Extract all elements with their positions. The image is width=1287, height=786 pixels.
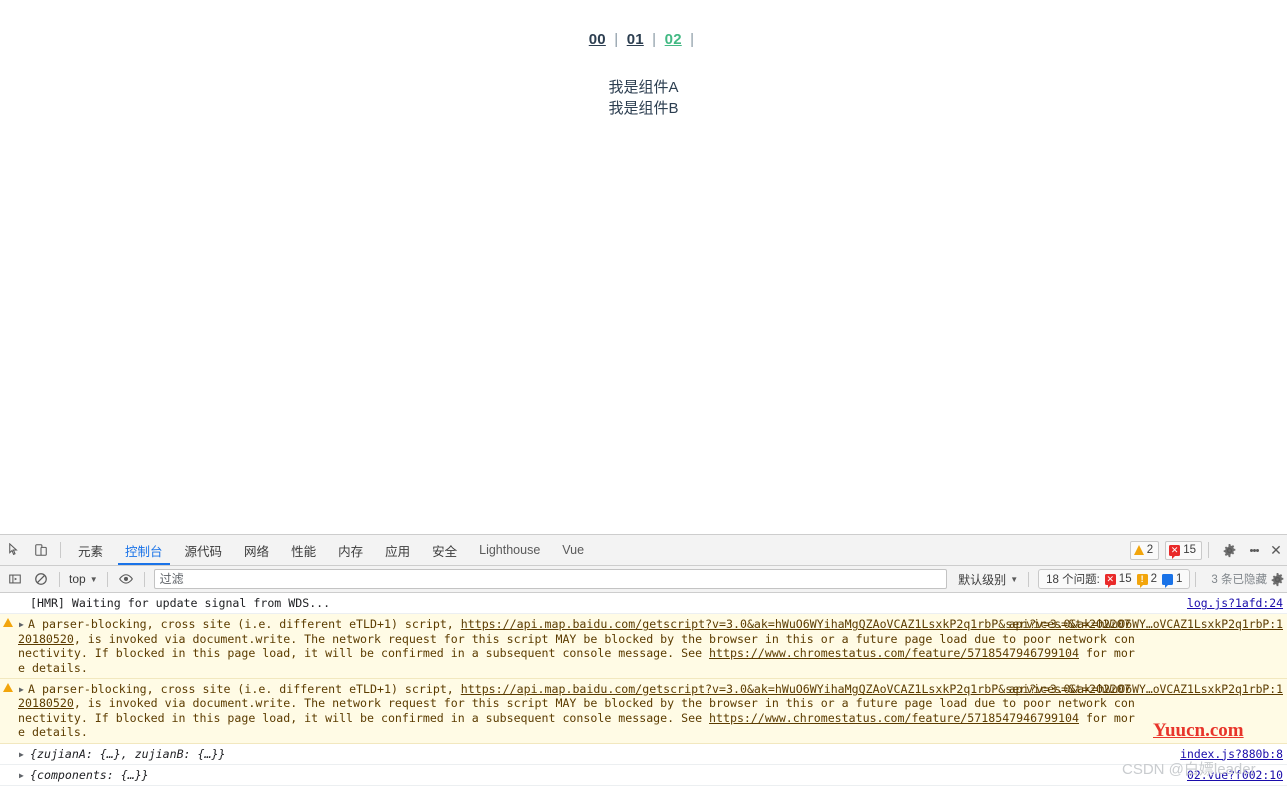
console-message[interactable]: ▶ {zujianA: {…}, zujianB: {…}} index.js?… xyxy=(0,744,1287,766)
component-a-text: 我是组件A xyxy=(608,79,679,96)
console-toolbar-divider-5 xyxy=(1195,571,1197,587)
expand-arrow-icon[interactable]: ▶ xyxy=(19,618,24,632)
tab-sources[interactable]: 源代码 xyxy=(174,535,234,565)
tab-application[interactable]: 应用 xyxy=(374,535,421,565)
error-bubble-icon: ✕ xyxy=(1169,544,1181,559)
devtools-tab-list: 元素 控制台 源代码 网络 性能 内存 应用 安全 Lighthouse Vue xyxy=(67,535,595,565)
console-message-list: [HMR] Waiting for update signal from WDS… xyxy=(0,593,1287,786)
issues-warnings-group: ! 2 xyxy=(1136,573,1157,588)
device-toolbar-icon[interactable] xyxy=(28,537,54,563)
console-toolbar-divider-2 xyxy=(106,571,108,587)
issues-info-group: 1 xyxy=(1162,573,1183,588)
clear-console-icon[interactable] xyxy=(28,566,54,592)
tab-elements[interactable]: 元素 xyxy=(67,535,114,565)
warning-count-label: 2 xyxy=(1146,544,1154,556)
warning-link-chromestatus[interactable]: https://www.chromestatus.com/feature/571… xyxy=(709,646,1079,660)
issues-warning-count: 2 xyxy=(1150,573,1157,585)
console-message-source[interactable]: api?v=3.0&ak=hWuO6WY…oVCAZ1LsxkP2q1rbP:1 xyxy=(1009,682,1283,696)
issues-info-icon xyxy=(1162,573,1173,588)
tabbar-right-divider xyxy=(1208,542,1209,558)
tab-security[interactable]: 安全 xyxy=(421,535,468,565)
console-level-value: 默认级别 xyxy=(958,572,1007,587)
console-sidebar-icon[interactable] xyxy=(2,566,28,592)
chevron-down-icon: ▼ xyxy=(89,574,98,584)
warning-seg-1: A parser-blocking, cross site (i.e. diff… xyxy=(28,617,461,632)
nav-separator-3: | xyxy=(690,31,695,48)
console-message[interactable]: ▶ A parser-blocking, cross site (i.e. di… xyxy=(0,679,1287,744)
issues-info-count: 1 xyxy=(1176,573,1183,585)
warning-triangle-icon xyxy=(3,618,13,628)
inspect-cursor-icon[interactable] xyxy=(2,537,28,563)
more-options-icon[interactable] xyxy=(1243,535,1265,565)
console-toolbar-divider-1 xyxy=(59,571,60,587)
console-message[interactable]: [HMR] Waiting for update signal from WDS… xyxy=(0,593,1287,615)
console-message-object[interactable]: {components: {…}} xyxy=(18,768,149,782)
tab-lighthouse[interactable]: Lighthouse xyxy=(468,535,551,565)
console-level-select[interactable]: 默认级别 ▼ xyxy=(953,571,1023,588)
issues-error-icon: ✕ xyxy=(1104,573,1116,588)
issues-errors-group: ✕ 15 xyxy=(1104,573,1132,588)
tab-memory[interactable]: 内存 xyxy=(327,535,374,565)
nav-link-01[interactable]: 01 xyxy=(627,31,644,48)
close-icon[interactable]: ✕ xyxy=(1265,535,1287,565)
console-message-source[interactable]: 02.vue?f002:10 xyxy=(1187,768,1283,782)
console-message-text: A parser-blocking, cross site (i.e. diff… xyxy=(18,682,1135,739)
console-message-source[interactable]: index.js?880b:8 xyxy=(1180,747,1283,761)
nav-link-02[interactable]: 02 xyxy=(665,31,682,48)
console-message-source[interactable]: log.js?1afd:24 xyxy=(1187,596,1283,610)
warning-seg-1: A parser-blocking, cross site (i.e. diff… xyxy=(28,682,461,697)
warning-triangle-icon xyxy=(1133,545,1144,555)
console-message-text: [HMR] Waiting for update signal from WDS… xyxy=(30,596,331,610)
issues-summary-button[interactable]: 18 个问题: ✕ 15 ! 2 1 xyxy=(1038,569,1191,589)
nav-separator-2: | xyxy=(652,31,657,48)
console-filter-input[interactable] xyxy=(153,569,948,589)
console-settings-gear-icon[interactable] xyxy=(1267,564,1287,594)
tab-performance[interactable]: 性能 xyxy=(280,535,327,565)
live-expression-eye-icon[interactable] xyxy=(113,566,139,592)
execution-context-value: top xyxy=(69,572,86,586)
warning-count-badge[interactable]: 2 xyxy=(1129,540,1160,560)
devtools-tabbar: 元素 控制台 源代码 网络 性能 内存 应用 安全 Lighthouse Vue… xyxy=(0,535,1287,566)
tab-console[interactable]: 控制台 xyxy=(114,535,174,565)
console-toolbar: top ▼ 默认级别 ▼ 18 个问题: ✕ 15 xyxy=(0,566,1287,593)
browser-viewport: 00 | 01 | 02 | 我是组件A 我是组件B xyxy=(0,0,1287,534)
execution-context-select[interactable]: top ▼ xyxy=(65,572,102,586)
error-count-badge[interactable]: ✕ 15 xyxy=(1165,540,1202,560)
component-b-text: 我是组件B xyxy=(608,100,679,117)
devtools-panel: 元素 控制台 源代码 网络 性能 内存 应用 安全 Lighthouse Vue… xyxy=(0,534,1287,786)
level-chevron-down-icon: ▼ xyxy=(1010,574,1019,584)
console-message[interactable]: ▶ {components: {…}} 02.vue?f002:10 xyxy=(0,765,1287,786)
error-count-label: 15 xyxy=(1183,544,1196,556)
console-message-object[interactable]: {zujianA: {…}, zujianB: {…}} xyxy=(18,747,225,761)
expand-arrow-icon[interactable]: ▶ xyxy=(19,769,24,783)
expand-arrow-icon[interactable]: ▶ xyxy=(19,683,24,697)
hidden-messages-note: 3 条已隐藏 xyxy=(1211,574,1267,586)
demo-nav: 00 | 01 | 02 | xyxy=(0,0,1287,48)
console-message[interactable]: ▶ A parser-blocking, cross site (i.e. di… xyxy=(0,614,1287,680)
console-toolbar-divider-4 xyxy=(1028,571,1030,587)
issues-error-count: 15 xyxy=(1118,573,1132,585)
tabbar-divider xyxy=(60,542,61,558)
gear-icon[interactable] xyxy=(1215,535,1243,565)
issues-label: 18 个问题: xyxy=(1046,574,1100,586)
component-output: 我是组件A 我是组件B xyxy=(0,77,1287,119)
nav-separator-1: | xyxy=(614,31,619,48)
screenshot-root: 00 | 01 | 02 | 我是组件A 我是组件B 元素 控制台 源代码 网络… xyxy=(0,0,1287,786)
console-toolbar-divider-3 xyxy=(143,571,145,587)
tab-vue[interactable]: Vue xyxy=(551,535,595,565)
warning-link-chromestatus[interactable]: https://www.chromestatus.com/feature/571… xyxy=(709,711,1079,725)
console-message-text: A parser-blocking, cross site (i.e. diff… xyxy=(18,617,1135,674)
console-message-source[interactable]: api?v=3.0&ak=hWuO6WY…oVCAZ1LsxkP2q1rbP:1 xyxy=(1009,617,1283,631)
issues-warning-icon: ! xyxy=(1136,573,1148,588)
nav-link-00[interactable]: 00 xyxy=(589,31,606,48)
expand-arrow-icon[interactable]: ▶ xyxy=(19,748,24,762)
warning-triangle-icon xyxy=(3,683,13,693)
devtools-tabbar-right: 2 ✕ 15 ✕ xyxy=(1124,535,1287,565)
tab-network[interactable]: 网络 xyxy=(233,535,280,565)
